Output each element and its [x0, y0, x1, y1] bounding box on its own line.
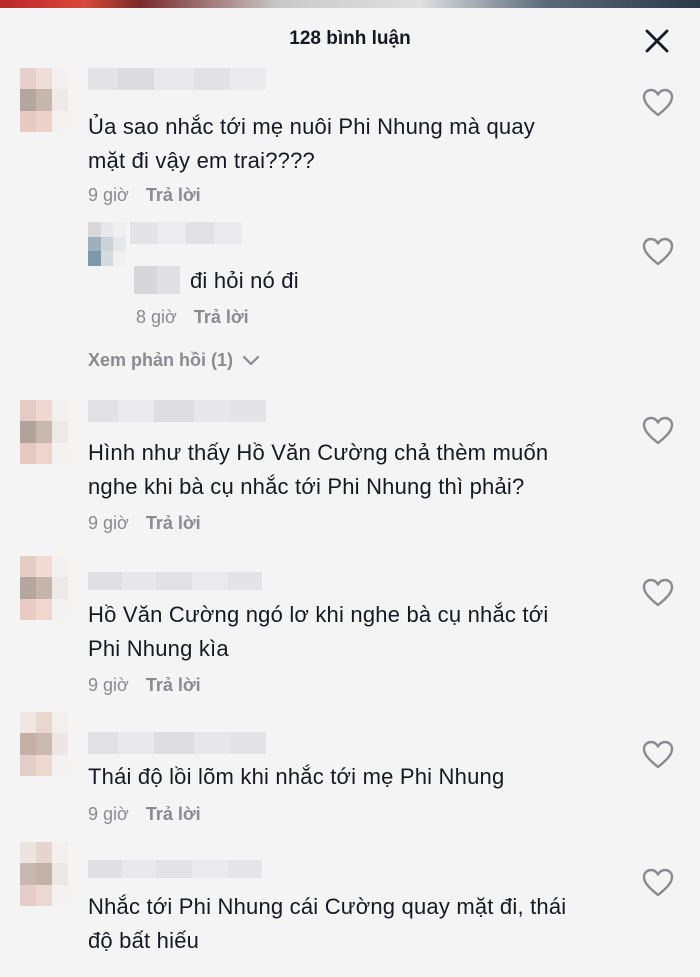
comment-time: 9 giờ	[88, 675, 129, 695]
avatar[interactable]	[88, 222, 126, 266]
reply-button[interactable]: Trả lời	[194, 307, 249, 327]
comment-text: Thái độ lồi lõm khi nhắc tới mẹ Phi Nhun…	[88, 764, 505, 789]
reply-button[interactable]: Trả lời	[146, 804, 201, 824]
username-redacted[interactable]	[88, 732, 266, 754]
reply-meta: 8 giờ Trả lời	[136, 307, 249, 328]
mention-redacted[interactable]	[134, 266, 180, 294]
username-redacted[interactable]	[130, 222, 242, 244]
comment-meta: 9 giờ Trả lời	[88, 513, 201, 534]
reply-button[interactable]: Trả lời	[146, 513, 201, 533]
view-replies-button[interactable]: Xem phản hồi (1)	[88, 350, 260, 371]
heart-outline-icon[interactable]	[642, 416, 674, 446]
avatar[interactable]	[20, 68, 68, 132]
comments-header: 128 bình luận	[0, 8, 700, 68]
comment-time: 9 giờ	[88, 185, 129, 205]
view-replies-label: Xem phản hồi (1)	[88, 350, 234, 370]
heart-outline-icon[interactable]	[642, 88, 674, 118]
comment-meta: 9 giờ Trả lời	[88, 675, 201, 696]
comment-text: Hồ Văn Cường ngó lơ khi nghe bà cụ nhắc …	[88, 602, 549, 661]
username-redacted[interactable]	[88, 572, 262, 590]
reply-button[interactable]: Trả lời	[146, 185, 201, 205]
comment-text: Hình như thấy Hồ Văn Cường chả thèm muốn…	[88, 440, 549, 499]
comment-text: Ủa sao nhắc tới mẹ nuôi Phi Nhung mà qua…	[88, 114, 535, 173]
avatar[interactable]	[20, 556, 68, 620]
heart-outline-icon[interactable]	[642, 237, 674, 267]
username-redacted[interactable]	[88, 68, 266, 90]
close-icon[interactable]	[644, 28, 670, 54]
avatar[interactable]	[20, 712, 68, 776]
comment-text: Nhắc tới Phi Nhung cái Cường quay mặt đi…	[88, 894, 567, 953]
heart-outline-icon[interactable]	[642, 740, 674, 770]
reply-button[interactable]: Trả lời	[146, 675, 201, 695]
username-redacted[interactable]	[88, 860, 262, 878]
reply-time: 8 giờ	[136, 307, 177, 327]
reply-text: đi hỏi nó đi	[190, 268, 299, 293]
heart-outline-icon[interactable]	[642, 868, 674, 898]
video-backdrop-strip	[0, 0, 700, 8]
comment-meta: 9 giờ Trả lời	[88, 804, 201, 825]
heart-outline-icon[interactable]	[642, 578, 674, 608]
chevron-down-icon	[242, 356, 260, 366]
comment-meta: 9 giờ Trả lời	[88, 185, 201, 206]
comment-time: 9 giờ	[88, 804, 129, 824]
avatar[interactable]	[20, 400, 68, 464]
comment-time: 9 giờ	[88, 513, 129, 533]
username-redacted[interactable]	[88, 400, 266, 422]
avatar[interactable]	[20, 842, 68, 906]
comment-count-title: 128 bình luận	[289, 28, 411, 49]
